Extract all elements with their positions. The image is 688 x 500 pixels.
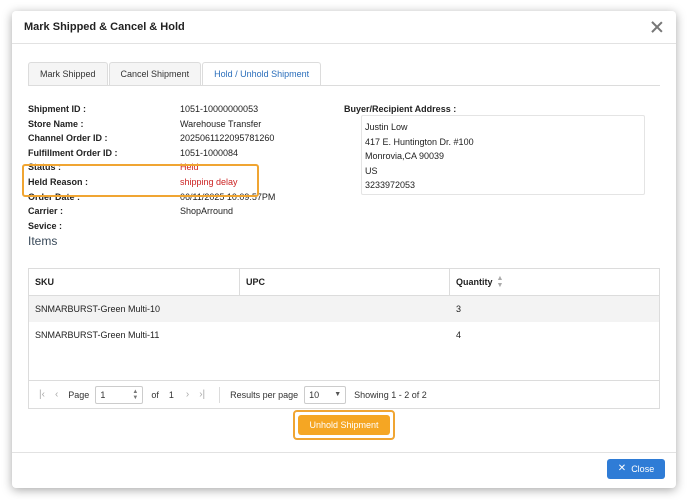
page-spinner-icon[interactable]: ▲ ▼ [132,389,138,401]
info-value: ShopArround [180,206,234,217]
next-page-icon[interactable]: › [186,389,189,400]
chevron-down-icon: ▼ [334,391,342,398]
first-page-icon[interactable]: |‹ [39,389,45,400]
results-per-page-label: Results per page [230,389,299,400]
total-pages: 1 [168,389,174,400]
close-button[interactable]: ✕ Close [607,459,665,479]
results-per-page-value: 10 [309,389,320,400]
close-icon[interactable] [650,20,664,34]
modal-title: Mark Shipped & Cancel & Hold [24,21,185,33]
of-label: of [151,389,159,400]
info-value: Warehouse Transfer [180,118,262,129]
cell-upc [240,322,450,348]
results-per-page-select[interactable]: 10 ▼ [304,385,347,404]
cell-sku: SNMARBURST-Green Multi-10 [35,304,161,314]
info-value: 2025061122095781260 [180,133,275,144]
page-label: Page [68,389,90,400]
info-row-fulfillment-order-id: Fulfillment Order ID : 1051-1000084 [28,146,275,161]
last-page-icon[interactable]: ›| [199,389,205,400]
footer-divider [12,452,676,453]
info-label: Carrier : [28,206,64,217]
info-label: Sevice : [28,220,63,231]
items-heading: Items [28,234,58,248]
page-number-value: 1 [100,389,106,400]
column-label: Quantity [456,276,493,287]
info-label: Shipment ID : [28,104,86,114]
info-row-store-name: Store Name : Warehouse Transfer [28,117,275,132]
column-label: UPC [246,276,266,287]
close-button-label: Close [631,464,655,474]
info-row-carrier: Carrier : ShopArround [28,204,275,219]
shipment-modal: Mark Shipped & Cancel & Hold Mark Shippe… [12,11,676,488]
modal-header: Mark Shipped & Cancel & Hold [12,11,676,44]
info-label: Fulfillment Order ID : [28,147,118,158]
cell-upc [240,296,450,322]
info-label: Store Name : [28,118,84,129]
column-header-upc[interactable]: UPC [240,269,450,295]
table-row[interactable]: SNMARBURST-Green Multi-11 4 [29,322,659,348]
tab-divider [28,85,660,86]
unhold-shipment-button[interactable]: Unhold Shipment [298,415,390,435]
showing-count: Showing 1 - 2 of 2 [354,389,427,400]
tab-bar: Mark Shipped Cancel Shipment Hold / Unho… [28,62,322,86]
close-icon: ✕ [617,463,627,474]
tab-mark-shipped[interactable]: Mark Shipped [28,62,108,86]
items-table: SKU UPC Quantity ▲ ▼ SNMARBURST-Green Mul… [28,268,660,409]
prev-page-icon[interactable]: ‹ [55,389,58,400]
pager-divider [219,386,221,403]
unhold-highlight-box: Unhold Shipment [293,410,395,440]
page-number-input[interactable]: 1 ▲ ▼ [95,385,144,404]
address-line: US [365,165,378,176]
address-label: Buyer/Recipient Address : [344,104,457,114]
column-label: SKU [35,276,55,287]
tab-cancel-shipment[interactable]: Cancel Shipment [108,62,202,86]
column-header-sku[interactable]: SKU [29,269,240,295]
address-line: Justin Low [365,122,408,132]
address-line: Monrovia,CA 90039 [365,151,445,162]
info-label: Channel Order ID : [28,133,108,144]
column-header-quantity[interactable]: Quantity ▲ ▼ [450,269,659,295]
sort-icon[interactable]: ▲ ▼ [497,275,504,289]
info-value: 1051-1000084 [180,147,239,158]
info-row-service: Sevice : [28,219,275,234]
cell-quantity: 4 [456,330,462,340]
table-header: SKU UPC Quantity ▲ ▼ [29,269,659,296]
address-line: 3233972053 [365,180,416,191]
info-value: 1051-10000000053 [180,104,259,114]
info-row-channel-order-id: Channel Order ID : 2025061122095781260 [28,131,275,146]
info-row-shipment-id: Shipment ID : 1051-10000000053 [28,102,275,117]
address-box: Justin Low 417 E. Huntington Dr. #100 Mo… [361,115,645,195]
table-row[interactable]: SNMARBURST-Green Multi-10 3 [29,296,659,322]
cell-quantity: 3 [456,304,462,314]
status-highlight-box [22,164,259,197]
address-line: 417 E. Huntington Dr. #100 [365,136,474,147]
cell-sku: SNMARBURST-Green Multi-11 [35,330,160,340]
pagination-bar: |‹ ‹ Page 1 ▲ ▼ of 1 › ›| Results per pag… [29,380,659,408]
tab-hold-unhold[interactable]: Hold / Unhold Shipment [202,62,322,86]
